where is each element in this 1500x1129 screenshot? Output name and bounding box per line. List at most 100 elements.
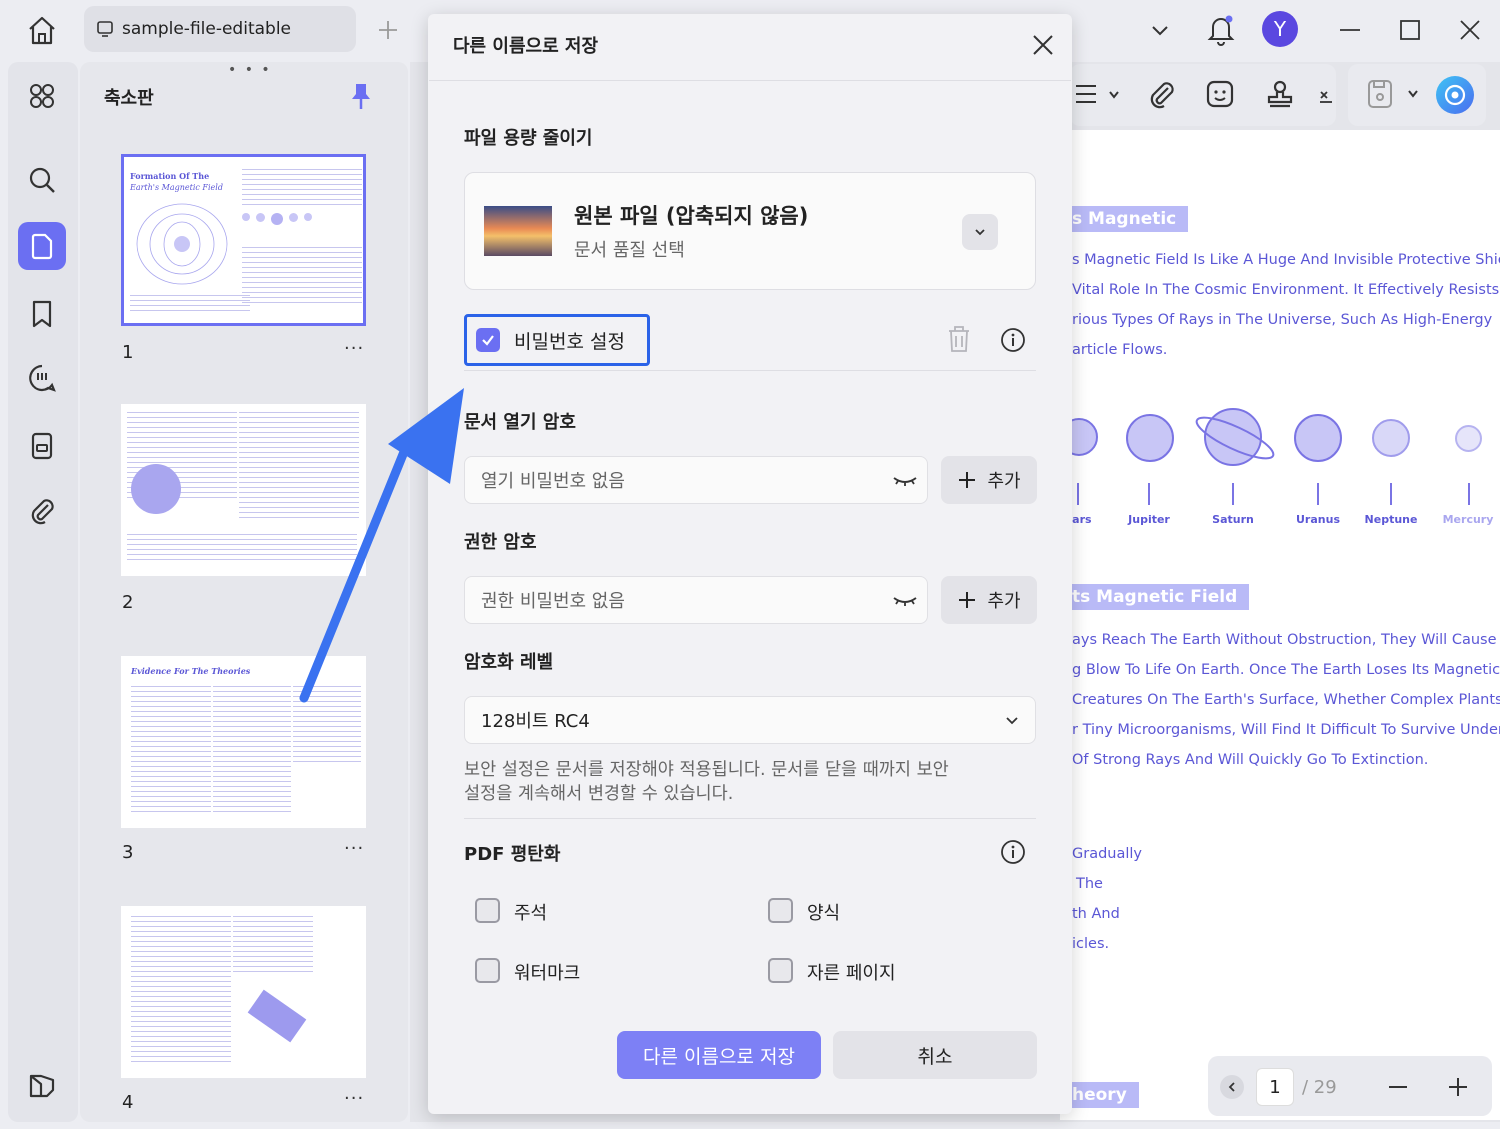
paperclip-icon: [1150, 82, 1174, 109]
tab-list-dropdown[interactable]: [1148, 18, 1172, 42]
zoom-out-button[interactable]: [1386, 1075, 1410, 1099]
attach-tool[interactable]: [1146, 78, 1178, 110]
doc-para1-line1: s Magnetic Field Is Like A Huge And Invi…: [1072, 252, 1500, 268]
open-password-heading: 문서 열기 암호: [464, 412, 576, 433]
stamp-tool[interactable]: [1264, 78, 1296, 110]
add-permission-password-label: 추가: [987, 591, 1021, 612]
plus-icon: [379, 21, 397, 39]
flatten-heading: PDF 평탄화: [464, 844, 561, 865]
rail-paperclip-button[interactable]: [18, 486, 66, 534]
thumbnail-page-1[interactable]: Formation Of The Earth's Magnetic Field: [121, 154, 366, 326]
doc-heading-2: ts Magnetic Field: [1060, 584, 1250, 610]
quality-thumbnail: [484, 206, 552, 256]
rail-attachments-list-button[interactable]: [18, 422, 66, 470]
close-icon: [1033, 35, 1053, 55]
password-divider: [464, 370, 1036, 371]
doc-para3-line1: Gradually: [1072, 846, 1143, 862]
flatten-annotations-checkbox[interactable]: [475, 898, 500, 923]
thumb-1-text: [242, 169, 362, 205]
open-password-visibility-toggle[interactable]: [892, 470, 918, 490]
flatten-forms-checkbox[interactable]: [768, 898, 793, 923]
planet-tick: [1232, 483, 1234, 505]
security-notice-line2: 설정을 계속해서 변경할 수 있습니다.: [464, 784, 734, 804]
rail-collapse-button[interactable]: [18, 1062, 66, 1110]
thumbnail-page-4[interactable]: [121, 906, 366, 1078]
doc-para2-line4: r Tiny Microorganisms, Will Find It Diff…: [1072, 722, 1500, 738]
flatten-watermark-checkbox[interactable]: [475, 958, 500, 983]
comment-icon: [29, 364, 56, 392]
thumb-1-heading: Formation Of The: [130, 171, 210, 181]
thumb-1-planets: [242, 213, 312, 225]
add-permission-password-button[interactable]: 추가: [941, 576, 1037, 624]
save-as-button-label: 다른 이름으로 저장: [643, 1045, 795, 1068]
notice-divider: [464, 818, 1036, 819]
flatten-cropped-pages-checkbox[interactable]: [768, 958, 793, 983]
sticker-tool[interactable]: [1204, 78, 1236, 110]
home-button[interactable]: [22, 12, 62, 48]
new-tab-button[interactable]: [376, 18, 400, 42]
flatten-forms-label: 양식: [807, 903, 841, 924]
grid-icon: [30, 84, 54, 108]
dialog-close-button[interactable]: [1030, 32, 1056, 58]
maximize-button[interactable]: [1398, 18, 1422, 42]
add-open-password-button[interactable]: 추가: [941, 456, 1037, 504]
doc-heading-1: s Magnetic: [1060, 206, 1189, 232]
panel-drag-handle[interactable]: • • •: [228, 62, 272, 78]
thumbnail-page-menu-button[interactable]: ···: [344, 838, 364, 859]
encryption-dropdown-arrow: [1004, 712, 1020, 728]
bookmark-icon: [32, 300, 52, 328]
password-checkbox-label: 비밀번호 설정: [514, 331, 625, 353]
page-number-input[interactable]: 1: [1256, 1068, 1294, 1106]
cancel-button[interactable]: 취소: [833, 1031, 1037, 1079]
planet-tick: [1390, 483, 1392, 505]
thumb-4-text2: [233, 916, 313, 976]
user-avatar[interactable]: Y: [1262, 11, 1298, 47]
password-info-button[interactable]: [1000, 327, 1026, 353]
add-open-password-label: 추가: [987, 471, 1021, 492]
ai-assistant-button[interactable]: [1436, 76, 1474, 114]
zoom-in-button[interactable]: [1446, 1075, 1470, 1099]
rail-apps-button[interactable]: [18, 72, 66, 120]
open-password-input[interactable]: 열기 비밀번호 없음: [464, 456, 928, 504]
thumbnail-page-menu-button[interactable]: ···: [344, 1088, 364, 1109]
document-page: [1060, 130, 1500, 1120]
pin-panel-button[interactable]: [348, 82, 374, 110]
avatar-letter: Y: [1273, 17, 1287, 41]
flatten-info-button[interactable]: [1000, 839, 1026, 865]
notifications-button[interactable]: [1206, 12, 1236, 46]
minimize-button[interactable]: [1338, 18, 1362, 42]
doc-para3-line3: th And: [1072, 906, 1120, 922]
info-icon: [1001, 840, 1025, 864]
minimize-icon: [1340, 29, 1360, 31]
file-tab[interactable]: sample-file-editable: [84, 6, 356, 52]
thumb-2-globe: [131, 464, 181, 514]
rail-thumbnails-button[interactable]: [18, 222, 66, 270]
encryption-level-value: 128비트 RC4: [481, 711, 590, 732]
password-checkbox[interactable]: [476, 328, 500, 352]
planet-label: Uranus: [1296, 513, 1340, 526]
planet-neptune: [1372, 419, 1410, 457]
permission-password-visibility-toggle[interactable]: [892, 590, 918, 610]
prev-page-button[interactable]: [1220, 1075, 1244, 1099]
rail-bookmarks-button[interactable]: [18, 290, 66, 338]
encryption-level-select[interactable]: 128비트 RC4: [464, 696, 1036, 744]
text-tool-dropdown[interactable]: [1074, 80, 1122, 110]
flatten-annotations-label: 주석: [514, 903, 548, 924]
permission-password-input[interactable]: 권한 비밀번호 없음: [464, 576, 928, 624]
save-as-button[interactable]: 다른 이름으로 저장: [617, 1031, 821, 1079]
rail-search-button[interactable]: [18, 156, 66, 204]
delete-password-button[interactable]: [946, 324, 972, 354]
thumbnail-page-menu-button[interactable]: ···: [344, 338, 364, 359]
quality-dropdown-button[interactable]: [962, 214, 998, 250]
trash-icon: [949, 326, 969, 352]
encryption-level-heading: 암호화 레벨: [464, 652, 554, 673]
rail-comments-button[interactable]: [18, 354, 66, 402]
signature-tool[interactable]: [1318, 86, 1338, 106]
save-dropdown[interactable]: [1366, 78, 1426, 110]
paperclip-icon: [31, 499, 54, 525]
close-window-button[interactable]: [1458, 18, 1482, 42]
cancel-button-label: 취소: [917, 1045, 953, 1068]
sticker-icon: [1206, 80, 1234, 108]
security-notice-line1: 보안 설정은 문서를 저장해야 적용됩니다. 문서를 닫을 때까지 보안: [464, 760, 949, 780]
doc-para2-line5: Of Strong Rays And Will Quickly Go To Ex…: [1072, 752, 1429, 768]
